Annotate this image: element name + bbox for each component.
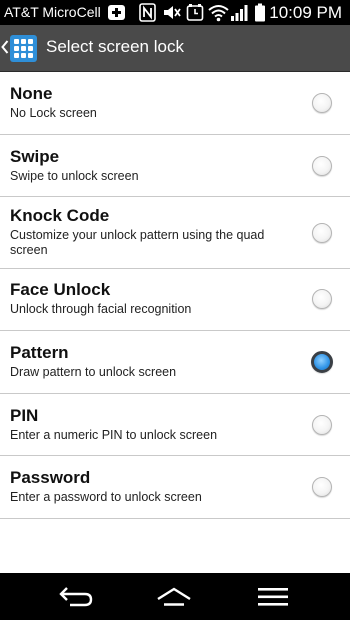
radio-button[interactable] <box>312 415 332 435</box>
signal-icon <box>231 5 248 21</box>
option-title: PIN <box>10 406 39 425</box>
option-knock-code[interactable]: Knock Code Customize your unlock pattern… <box>0 197 350 269</box>
page-title: Select screen lock <box>46 37 184 56</box>
option-password[interactable]: Password Enter a password to unlock scre… <box>0 456 350 519</box>
status-time: 10:09 PM <box>269 3 342 22</box>
radio-button[interactable] <box>312 93 332 113</box>
option-subtitle: Unlock through facial recognition <box>10 302 192 316</box>
radio-button[interactable] <box>312 223 332 243</box>
option-subtitle: Customize your unlock pattern using the … <box>10 228 265 257</box>
pattern-grid-icon[interactable] <box>10 35 37 62</box>
option-title: Password <box>10 468 91 487</box>
option-none[interactable]: None No Lock screen <box>0 72 350 135</box>
mute-icon <box>164 6 181 19</box>
option-pin[interactable]: PIN Enter a numeric PIN to unlock screen <box>0 394 350 456</box>
alarm-icon <box>186 4 204 21</box>
option-subtitle: Enter a password to unlock screen <box>10 490 202 504</box>
radio-button-selected[interactable] <box>311 351 333 373</box>
option-title: Face Unlock <box>10 280 111 299</box>
option-title: None <box>10 84 53 103</box>
radio-button[interactable] <box>312 156 332 176</box>
carrier-label: AT&T MicroCell <box>4 4 101 20</box>
option-title: Pattern <box>10 343 69 362</box>
menu-icon[interactable] <box>257 586 289 608</box>
home-icon[interactable] <box>155 586 193 608</box>
option-subtitle: No Lock screen <box>10 106 97 120</box>
radio-button[interactable] <box>312 477 332 497</box>
chevron-left-icon[interactable] <box>1 40 9 54</box>
option-subtitle: Draw pattern to unlock screen <box>10 365 177 379</box>
option-subtitle: Enter a numeric PIN to unlock screen <box>10 428 218 442</box>
wifi-icon <box>208 5 229 22</box>
microcell-plus-icon <box>108 5 125 20</box>
option-title: Swipe <box>10 147 60 166</box>
back-icon[interactable] <box>58 586 94 608</box>
option-pattern[interactable]: Pattern Draw pattern to unlock screen <box>0 331 350 394</box>
navigation-bar <box>0 573 350 620</box>
battery-icon <box>255 3 265 22</box>
status-bar: AT&T MicroCell 10:09 PM <box>0 0 350 25</box>
option-swipe[interactable]: Swipe Swipe to unlock screen <box>0 135 350 197</box>
option-title: Knock Code <box>10 206 110 225</box>
option-face-unlock[interactable]: Face Unlock Unlock through facial recogn… <box>0 269 350 331</box>
action-bar: Select screen lock <box>0 25 350 72</box>
radio-button[interactable] <box>312 289 332 309</box>
option-subtitle: Swipe to unlock screen <box>10 169 139 183</box>
nfc-icon <box>139 3 156 22</box>
